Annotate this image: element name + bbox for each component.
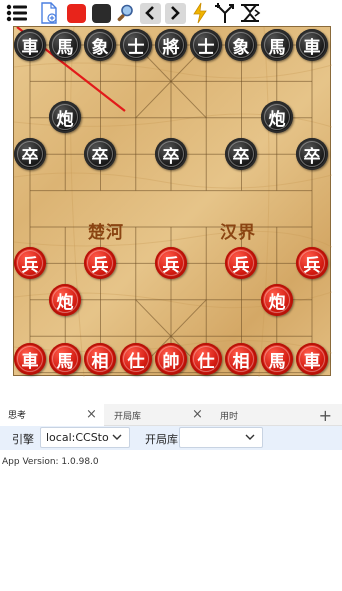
flip-icon[interactable]: [239, 2, 261, 24]
red-square-icon[interactable]: [65, 2, 87, 24]
red-horse-piece[interactable]: 馬: [261, 343, 293, 375]
tab-time[interactable]: 用时: [212, 404, 312, 426]
red-horse-piece[interactable]: 馬: [49, 343, 81, 375]
engine-row: 引擎 local:CCSto 开局库: [0, 426, 342, 450]
engine-select[interactable]: local:CCSto: [40, 427, 130, 448]
red-general-piece[interactable]: 帥: [155, 343, 187, 375]
engine-label: 引擎: [12, 433, 34, 446]
red-pawn-piece[interactable]: 兵: [14, 247, 46, 279]
menu-icon[interactable]: [6, 2, 28, 24]
engine-select-value: local:CCSto: [46, 431, 109, 444]
new-file-icon[interactable]: [38, 2, 60, 24]
black-elephant-piece[interactable]: 象: [225, 29, 257, 61]
black-pawn-piece[interactable]: 卒: [84, 138, 116, 170]
red-chariot-piece[interactable]: 車: [296, 343, 328, 375]
xiangqi-board[interactable]: 楚河 汉界 車 馬 象 士 將 士 象 馬 車 炮 炮 卒 卒 卒 卒 卒 兵 …: [13, 26, 332, 377]
black-square-icon[interactable]: [90, 2, 112, 24]
black-pawn-piece[interactable]: 卒: [14, 138, 46, 170]
red-advisor-piece[interactable]: 仕: [120, 343, 152, 375]
red-advisor-piece[interactable]: 仕: [190, 343, 222, 375]
red-pawn-piece[interactable]: 兵: [84, 247, 116, 279]
chevron-right-icon[interactable]: [164, 2, 186, 24]
toolbar: [0, 0, 342, 26]
black-general-piece[interactable]: 將: [155, 29, 187, 61]
tab-label: 开局库: [114, 411, 142, 422]
black-horse-piece[interactable]: 馬: [49, 29, 81, 61]
black-horse-piece[interactable]: 馬: [261, 29, 293, 61]
tab-label: 用时: [220, 411, 239, 422]
branch-icon[interactable]: [214, 2, 236, 24]
chevron-down-icon: [112, 434, 122, 440]
close-icon[interactable]: ×: [86, 407, 97, 422]
board-grid: [14, 27, 332, 377]
black-pawn-piece[interactable]: 卒: [296, 138, 328, 170]
app-version: App Version: 1.0.98.0: [2, 457, 99, 467]
river-left-text: 楚河: [88, 223, 124, 243]
opening-book-select[interactable]: [179, 427, 263, 448]
red-chariot-piece[interactable]: 車: [14, 343, 46, 375]
opening-book-label: 开局库: [145, 433, 178, 446]
black-advisor-piece[interactable]: 士: [120, 29, 152, 61]
add-tab-button[interactable]: +: [319, 406, 332, 425]
black-pawn-piece[interactable]: 卒: [155, 138, 187, 170]
red-cannon-piece[interactable]: 炮: [261, 284, 293, 316]
black-chariot-piece[interactable]: 車: [14, 29, 46, 61]
red-pawn-piece[interactable]: 兵: [155, 247, 187, 279]
red-pawn-piece[interactable]: 兵: [225, 247, 257, 279]
tab-opening-book[interactable]: 开局库 ×: [106, 404, 212, 426]
red-cannon-piece[interactable]: 炮: [49, 284, 81, 316]
lightning-icon[interactable]: [189, 2, 211, 24]
black-chariot-piece[interactable]: 車: [296, 29, 328, 61]
black-advisor-piece[interactable]: 士: [190, 29, 222, 61]
chevron-left-icon[interactable]: [139, 2, 161, 24]
tab-label: 思考: [8, 411, 27, 421]
red-elephant-piece[interactable]: 相: [225, 343, 257, 375]
search-icon[interactable]: [114, 2, 136, 24]
black-pawn-piece[interactable]: 卒: [225, 138, 257, 170]
close-icon[interactable]: ×: [192, 407, 203, 422]
black-cannon-piece[interactable]: 炮: [261, 101, 293, 133]
red-pawn-piece[interactable]: 兵: [296, 247, 328, 279]
river-right-text: 汉界: [220, 223, 256, 243]
tab-thinking[interactable]: 思考 ×: [0, 404, 104, 426]
black-cannon-piece[interactable]: 炮: [49, 101, 81, 133]
chevron-down-icon: [245, 434, 255, 440]
panel-tabbar: 思考 × 开局库 × 用时 +: [0, 404, 342, 426]
black-elephant-piece[interactable]: 象: [84, 29, 116, 61]
red-elephant-piece[interactable]: 相: [84, 343, 116, 375]
